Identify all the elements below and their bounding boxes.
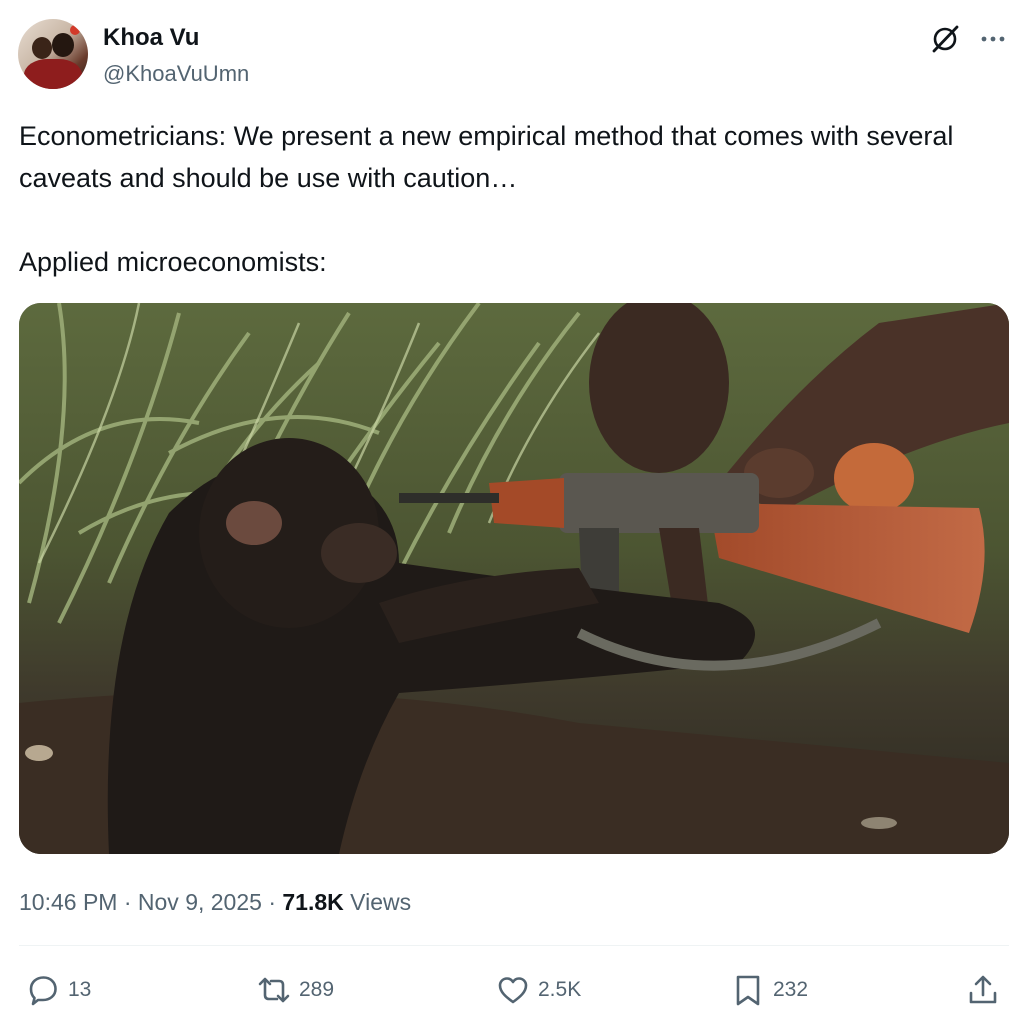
rifle-body: [559, 473, 759, 533]
repost-count: 289: [299, 978, 335, 1001]
fruit: [834, 443, 914, 513]
tweet-meta: 10:46 PM · Nov 9, 2025 · 71.8K Views: [19, 886, 411, 918]
author-handle[interactable]: @KhoaVuUmn: [103, 60, 249, 88]
bookmark-icon: [736, 975, 760, 1006]
reply-button[interactable]: 13: [26, 970, 91, 1010]
bookmark-count: 232: [773, 978, 809, 1001]
avatar-lantern: [70, 25, 80, 35]
leaf: [25, 745, 53, 761]
meta-separator: ·: [117, 889, 138, 915]
rifle-barrel: [399, 493, 499, 503]
share-button[interactable]: [966, 970, 1000, 1010]
repost-icon: [258, 977, 290, 1003]
rifle-handguard: [489, 478, 564, 528]
repost-button[interactable]: 289: [257, 970, 334, 1010]
meta-separator: ·: [261, 889, 283, 915]
avatar-head-right: [52, 33, 74, 57]
bookmark-button[interactable]: 232: [731, 970, 808, 1010]
tweet-time[interactable]: 10:46 PM: [19, 889, 117, 915]
reply-icon: [29, 976, 57, 1006]
like-icon: [498, 977, 528, 1004]
like-button[interactable]: 2.5K: [496, 970, 581, 1010]
more-icon[interactable]: [976, 22, 1010, 56]
avatar[interactable]: [18, 19, 88, 89]
share-icon: [969, 975, 997, 1004]
like-count: 2.5K: [538, 978, 582, 1001]
grok-icon[interactable]: [928, 22, 962, 56]
views-count[interactable]: 71.8K: [282, 889, 343, 915]
tweet-text: Econometricians: We present a new empiri…: [19, 115, 1009, 283]
avatar-head-left: [32, 37, 52, 59]
tweet-text-line-2: Applied microeconomists:: [19, 247, 327, 277]
tweet-media-image[interactable]: [19, 303, 1009, 854]
tweet-text-line-1: Econometricians: We present a new empiri…: [19, 121, 954, 193]
author-name[interactable]: Khoa Vu: [103, 24, 199, 52]
avatar-figure: [24, 59, 82, 89]
divider: [19, 945, 1009, 946]
tweet-date[interactable]: Nov 9, 2025: [138, 889, 262, 915]
reply-count: 13: [68, 978, 92, 1001]
views-label: Views: [343, 889, 412, 915]
